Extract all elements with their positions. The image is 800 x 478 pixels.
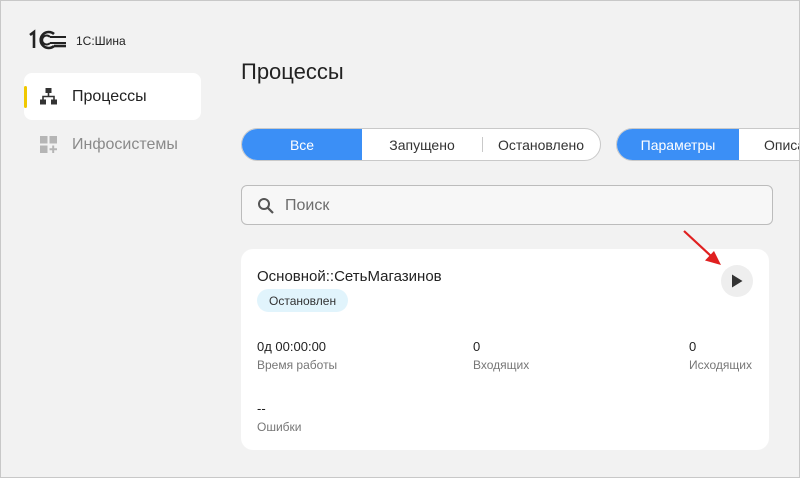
errors-value: -- <box>257 401 266 416</box>
incoming-label: Входящих <box>473 358 530 372</box>
view-switch: Параметры Описа <box>616 128 799 161</box>
uptime-value: 0д 00:00:00 <box>257 339 327 354</box>
process-name: Основной::СетьМагазинов <box>257 268 442 285</box>
incoming-value: 0 <box>473 339 481 354</box>
play-icon <box>732 274 743 288</box>
page-title: Процессы <box>241 59 344 84</box>
uptime-label: Время работы <box>257 358 338 372</box>
outgoing-value: 0 <box>689 339 697 354</box>
outgoing-label: Исходящих <box>689 358 752 372</box>
filter-running-button[interactable]: Запущено <box>362 129 482 160</box>
infosystems-grid-icon <box>40 136 57 153</box>
brand-logo: 1С:Шина <box>28 29 126 51</box>
status-badge: Остановлен <box>257 289 349 312</box>
process-card[interactable]: Основной::СетьМагазинов Остановлен 0д 00… <box>241 249 769 450</box>
search-box[interactable] <box>241 185 773 225</box>
sidebar-item-label: Процессы <box>72 87 147 105</box>
filter-all-button[interactable]: Все <box>242 129 362 160</box>
1c-logo-icon <box>29 29 66 50</box>
search-input[interactable] <box>285 194 755 218</box>
annotation-arrow-icon <box>683 230 721 265</box>
filter-stopped-button[interactable]: Остановлено <box>482 129 600 160</box>
status-filter: Все Запущено Остановлено <box>241 128 601 161</box>
tab-description[interactable]: Описа <box>739 129 799 160</box>
errors-label: Ошибки <box>257 420 302 434</box>
start-process-button[interactable] <box>721 265 753 297</box>
tab-parameters[interactable]: Параметры <box>617 129 739 160</box>
app-window: 1С:Шина Процессы Инфосистемы Процессы Вс… <box>0 0 800 478</box>
sidebar-item-label: Инфосистемы <box>72 135 178 153</box>
sidebar-item-processes[interactable]: Процессы <box>24 73 201 120</box>
sidebar-item-infosystems[interactable]: Инфосистемы <box>24 121 201 168</box>
process-tree-icon <box>40 88 57 105</box>
brand-name: 1С:Шина <box>76 34 126 48</box>
search-icon <box>258 198 274 214</box>
